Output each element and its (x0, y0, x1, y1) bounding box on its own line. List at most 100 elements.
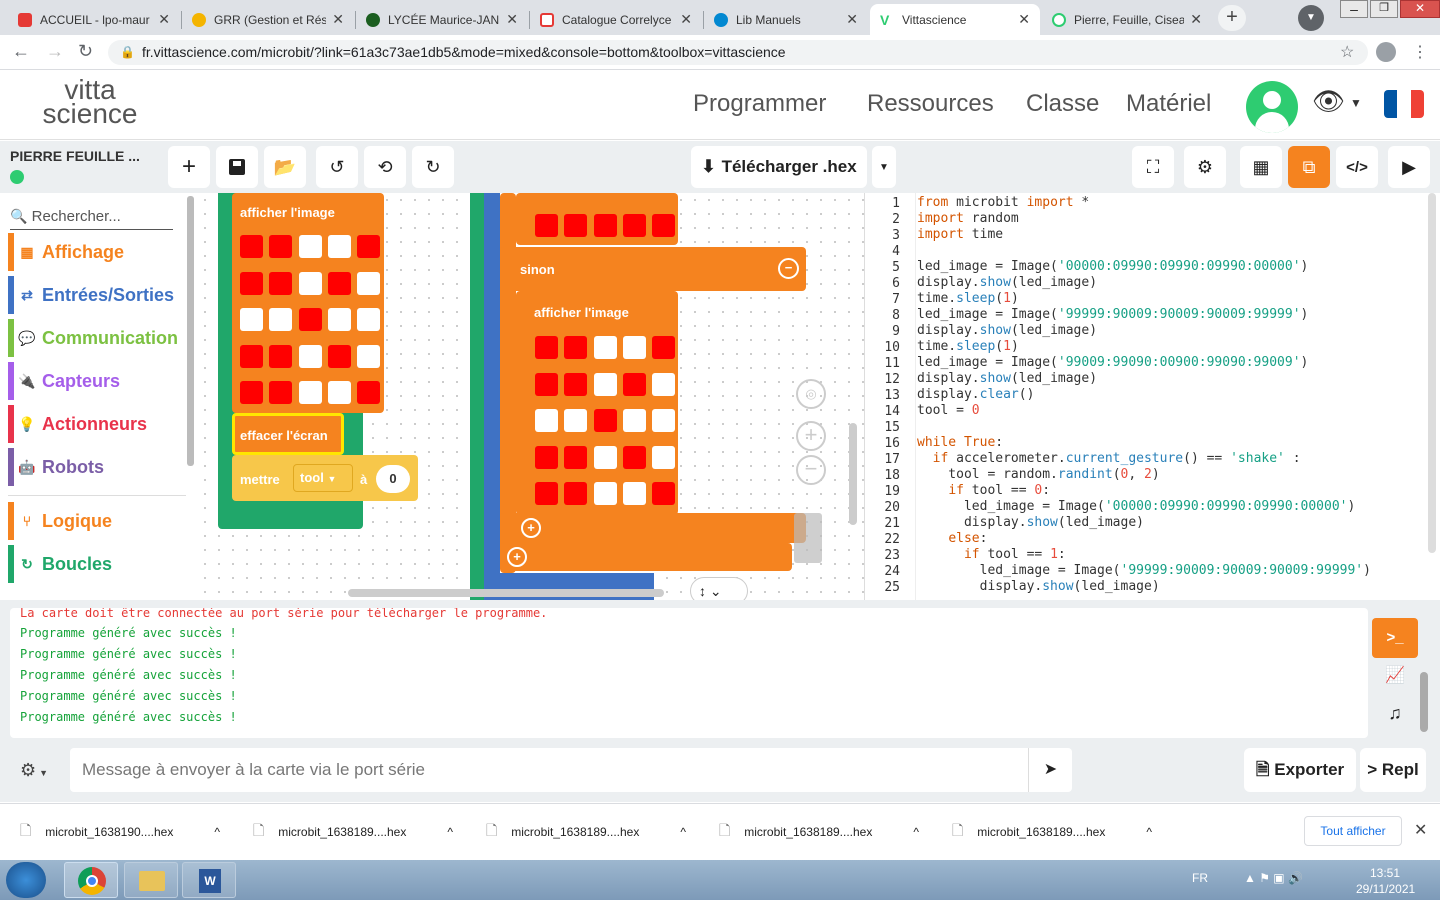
console-tab-button[interactable]: >_ (1372, 618, 1418, 658)
remove-else-icon[interactable]: − (778, 258, 799, 279)
code-line[interactable]: if tool == 0: (917, 483, 1050, 499)
chevron-up-icon[interactable]: ^ (447, 825, 453, 839)
led-cell[interactable] (327, 344, 351, 368)
simulator-button[interactable]: ▶ (1388, 146, 1430, 188)
led-cell[interactable] (535, 445, 558, 469)
category-boucles[interactable]: ↻ Boucles (8, 545, 186, 583)
led-cell[interactable] (298, 271, 322, 295)
led-cell[interactable] (535, 336, 558, 359)
maximize-icon[interactable]: ❐ (1370, 0, 1398, 18)
nav-ressources[interactable]: Ressources (867, 90, 994, 118)
led-cell[interactable] (269, 271, 293, 295)
led-cell[interactable] (652, 372, 676, 396)
download-hex-button[interactable]: ⬇ Télécharger .hex (691, 146, 867, 188)
repl-button[interactable]: > Repl (1360, 748, 1426, 792)
editor-scrollbar[interactable] (1428, 193, 1436, 553)
if-footer[interactable] (500, 543, 792, 571)
close-window-icon[interactable]: ✕ (1400, 0, 1440, 18)
nav-classe[interactable]: Classe (1026, 90, 1099, 118)
tab-pierre-feuille[interactable]: Pierre, Feuille, Cisea ✕ (1042, 4, 1212, 35)
code-line[interactable]: from microbit import * (917, 195, 1089, 211)
close-icon[interactable]: ✕ (332, 11, 344, 28)
led-cell[interactable] (622, 482, 646, 505)
blockly-workspace[interactable]: afficher l'image effacer l'écran mettre … (198, 193, 864, 600)
led-cell[interactable] (535, 482, 558, 505)
led-cell[interactable] (535, 214, 558, 237)
close-downloads-icon[interactable]: ✕ (1414, 820, 1427, 840)
plotter-tab-button[interactable]: 📈 (1372, 660, 1418, 692)
code-line[interactable]: display.show(led_image) (917, 579, 1160, 595)
zoom-in-icon[interactable]: + (796, 421, 826, 451)
open-button[interactable]: 📂 (264, 146, 306, 188)
chevron-down-icon[interactable]: ▼ (1350, 96, 1362, 110)
clock-time[interactable]: 13:51 (1370, 866, 1400, 880)
if-block-edge[interactable] (484, 193, 500, 600)
console-scrollbar[interactable] (1420, 672, 1428, 732)
profile-icon[interactable] (1376, 42, 1396, 62)
close-icon[interactable]: ✕ (158, 11, 170, 28)
led-cell[interactable] (327, 381, 351, 404)
blocks-mode-button[interactable]: ▦ (1240, 146, 1282, 188)
back-icon[interactable]: ← (12, 41, 30, 62)
led-cell[interactable] (564, 482, 588, 505)
code-line[interactable]: import random (917, 211, 1019, 227)
led-cell[interactable] (298, 344, 322, 368)
code-line[interactable]: if accelerometer.current_gesture() == 's… (917, 451, 1301, 467)
show-all-downloads-button[interactable]: Tout afficher (1304, 816, 1402, 846)
serial-message-input[interactable]: Message à envoyer à la carte via le port… (70, 748, 1028, 792)
minimize-icon[interactable]: – (1340, 0, 1368, 18)
zoom-out-icon[interactable]: − (796, 455, 826, 485)
french-flag-icon[interactable] (1384, 90, 1424, 118)
tab-catalogue[interactable]: Catalogue Correlyce ✕ (530, 4, 702, 35)
download-item[interactable]: 🗋 microbit_1638189....hex ^ (486, 803, 698, 860)
led-cell[interactable] (593, 409, 617, 432)
led-cell[interactable] (593, 372, 617, 396)
chevron-up-icon[interactable]: ^ (214, 825, 220, 839)
code-mode-button[interactable]: </> (1336, 146, 1378, 188)
url-field[interactable]: 🔒 fr.vittascience.com/microbit/?link=61a3… (108, 40, 1368, 65)
code-line[interactable]: led_image = Image('00000:09990:09990:099… (917, 259, 1308, 275)
code-line[interactable]: import time (917, 227, 1003, 243)
led-cell[interactable] (327, 308, 351, 331)
code-line[interactable]: display.show(led_image) (917, 275, 1097, 291)
export-button[interactable]: 🗎 Exporter (1244, 748, 1356, 792)
start-button[interactable] (6, 862, 46, 898)
category-entrees-sorties[interactable]: ⇄ Entrées/Sorties (8, 276, 186, 314)
new-project-button[interactable]: + (168, 146, 210, 188)
category-robots[interactable]: 🤖 Robots (8, 448, 186, 486)
led-cell[interactable] (240, 235, 263, 258)
code-line[interactable]: led_image = Image('99009:99090:00900:990… (917, 355, 1308, 371)
toolbox-scrollbar[interactable] (187, 196, 194, 466)
led-cell[interactable] (327, 271, 351, 295)
taskbar-chrome[interactable] (64, 862, 118, 898)
led-cell[interactable] (564, 336, 588, 359)
led-cell[interactable] (240, 381, 263, 404)
loop-block-right[interactable] (470, 193, 484, 600)
code-line[interactable]: display.show(led_image) (917, 323, 1097, 339)
chevron-up-icon[interactable]: ^ (680, 825, 686, 839)
download-item[interactable]: 🗋 microbit_1638189....hex ^ (253, 803, 465, 860)
tab-vittascience[interactable]: V Vittascience ✕ (870, 4, 1040, 35)
project-name[interactable]: PIERRE FEUILLE ... (10, 148, 140, 164)
redo-button[interactable]: ↻ (412, 146, 454, 188)
download-item[interactable]: 🗋 microbit_1638190....hex ^ (20, 803, 232, 860)
toolbox-search-input[interactable]: 🔍 Rechercher... (10, 205, 173, 230)
led-cell[interactable] (327, 235, 351, 258)
code-line[interactable]: led_image = Image('99999:90009:90009:900… (917, 563, 1371, 579)
led-cell[interactable] (357, 271, 381, 295)
led-cell[interactable] (593, 482, 617, 505)
led-cell[interactable] (564, 445, 588, 469)
close-icon[interactable]: ✕ (506, 11, 518, 28)
send-serial-button[interactable]: ➤ (1028, 748, 1072, 792)
led-cell[interactable] (593, 336, 617, 359)
led-cell[interactable] (622, 409, 646, 432)
tab-search-icon[interactable]: ▼ (1298, 5, 1324, 31)
category-communication[interactable]: 💬 Communication (8, 319, 186, 357)
led-cell[interactable] (564, 214, 588, 237)
reload-icon[interactable]: ↻ (78, 41, 93, 62)
code-line[interactable]: else: (917, 531, 987, 547)
code-line[interactable]: display.clear() (917, 387, 1034, 403)
led-cell[interactable] (357, 381, 381, 404)
led-cell[interactable] (298, 381, 322, 404)
code-line[interactable]: if tool == 1: (917, 547, 1066, 563)
